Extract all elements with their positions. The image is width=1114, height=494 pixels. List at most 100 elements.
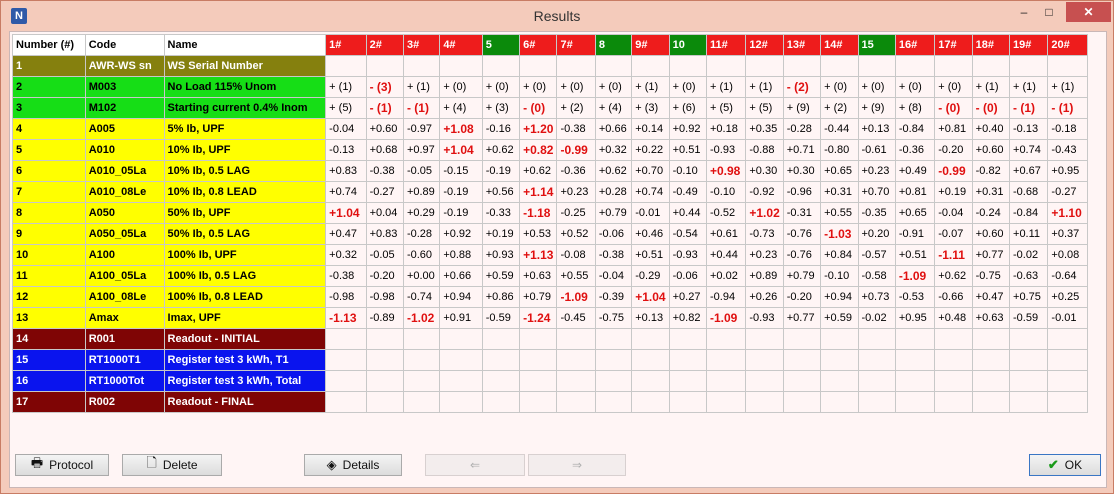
- row-name[interactable]: 5% Ib, UPF: [163, 118, 327, 140]
- result-cell[interactable]: +0.75: [1009, 286, 1049, 308]
- row-code[interactable]: R001: [84, 328, 165, 350]
- table-row[interactable]: 13 Amax Imax, UPF -1.13 -0.89 -1.02 +0.91 -0.59…: [12, 307, 1088, 329]
- row-code[interactable]: RT1000T1: [84, 349, 165, 371]
- table-row[interactable]: 7 A010_08Le 10% Ib, 0.8 LEAD +0.74 -0.27 +0.8…: [12, 181, 1088, 203]
- result-cell[interactable]: [402, 391, 441, 413]
- result-cell[interactable]: +0.23: [556, 181, 596, 203]
- result-cell[interactable]: +0.20: [857, 223, 896, 245]
- header-result-12[interactable]: 12#: [745, 34, 784, 56]
- result-cell[interactable]: [782, 391, 822, 413]
- result-cell[interactable]: [439, 328, 483, 350]
- result-cell[interactable]: [594, 370, 633, 392]
- row-code[interactable]: A100_05La: [84, 265, 165, 287]
- result-cell[interactable]: -1.09: [894, 265, 936, 287]
- row-name[interactable]: Imax, UPF: [163, 307, 327, 329]
- header-result-2[interactable]: 2#: [365, 34, 404, 56]
- result-cell[interactable]: [325, 328, 367, 350]
- result-cell[interactable]: [782, 328, 822, 350]
- header-result-20[interactable]: 20#: [1047, 34, 1088, 56]
- result-cell[interactable]: [519, 55, 558, 77]
- header-result-14[interactable]: 14#: [820, 34, 859, 56]
- row-num[interactable]: 8: [12, 202, 86, 224]
- result-cell[interactable]: +0.55: [820, 202, 859, 224]
- result-cell[interactable]: -0.04: [934, 202, 973, 224]
- table-row[interactable]: 3 M102 Starting current 0.4% Inom + (5) - (1…: [12, 97, 1088, 119]
- row-code[interactable]: Amax: [84, 307, 165, 329]
- result-cell[interactable]: +0.68: [365, 139, 404, 161]
- result-cell[interactable]: -0.63: [1009, 265, 1049, 287]
- header-number[interactable]: Number (#): [12, 34, 86, 56]
- result-cell[interactable]: -0.45: [556, 307, 596, 329]
- result-cell[interactable]: -0.98: [325, 286, 367, 308]
- row-num[interactable]: 4: [12, 118, 86, 140]
- row-code[interactable]: A010: [84, 139, 165, 161]
- result-cell[interactable]: +0.44: [705, 244, 747, 266]
- result-cell[interactable]: [857, 391, 896, 413]
- header-result-3[interactable]: 3#: [402, 34, 441, 56]
- header-result-4[interactable]: 4#: [439, 34, 483, 56]
- result-cell[interactable]: + (3): [481, 97, 521, 119]
- result-cell[interactable]: [705, 391, 747, 413]
- result-cell[interactable]: +0.04: [365, 202, 404, 224]
- result-cell[interactable]: -0.02: [1009, 244, 1049, 266]
- table-row[interactable]: 5 A010 10% Ib, UPF -0.13 +0.68 +0.97 +1.04 +0.6…: [12, 139, 1088, 161]
- result-cell[interactable]: +0.35: [745, 118, 784, 140]
- result-cell[interactable]: [402, 55, 441, 77]
- row-num[interactable]: 15: [12, 349, 86, 371]
- result-cell[interactable]: -0.88: [745, 139, 784, 161]
- header-result-6[interactable]: 6#: [519, 34, 558, 56]
- row-num[interactable]: 14: [12, 328, 86, 350]
- result-cell[interactable]: [857, 328, 896, 350]
- result-cell[interactable]: + (1): [705, 76, 747, 98]
- result-cell[interactable]: -0.92: [745, 181, 784, 203]
- result-cell[interactable]: [820, 370, 859, 392]
- result-cell[interactable]: +0.51: [631, 244, 670, 266]
- result-cell[interactable]: -0.59: [481, 307, 521, 329]
- result-cell[interactable]: + (1): [631, 76, 670, 98]
- result-cell[interactable]: +0.23: [745, 244, 784, 266]
- protocol-button[interactable]: 🖶 Protocol: [15, 454, 109, 476]
- result-cell[interactable]: [594, 349, 633, 371]
- result-cell[interactable]: +0.25: [1047, 286, 1088, 308]
- result-cell[interactable]: [934, 55, 973, 77]
- result-cell[interactable]: [556, 349, 596, 371]
- maximize-button[interactable]: □: [1037, 2, 1061, 22]
- result-cell[interactable]: +0.52: [556, 223, 596, 245]
- result-cell[interactable]: +0.79: [519, 286, 558, 308]
- header-result-9[interactable]: 9#: [631, 34, 670, 56]
- row-num[interactable]: 2: [12, 76, 86, 98]
- result-cell[interactable]: + (3): [631, 97, 670, 119]
- table-row[interactable]: 8 A050 50% Ib, UPF +1.04 +0.04 +0.29 -0.19 -0.3…: [12, 202, 1088, 224]
- result-cell[interactable]: +0.51: [894, 244, 936, 266]
- result-cell[interactable]: +0.83: [365, 223, 404, 245]
- result-cell[interactable]: [402, 370, 441, 392]
- header-result-11[interactable]: 11#: [705, 34, 747, 56]
- result-cell[interactable]: [325, 55, 367, 77]
- table-row[interactable]: 14 R001 Readout - INITIAL: [12, 328, 1088, 350]
- header-result-10[interactable]: 10: [668, 34, 707, 56]
- result-cell[interactable]: +0.28: [594, 181, 633, 203]
- result-cell[interactable]: - (2): [782, 76, 822, 98]
- result-cell[interactable]: + (0): [857, 76, 896, 98]
- result-cell[interactable]: -0.57: [857, 244, 896, 266]
- row-name[interactable]: 100% Ib, UPF: [163, 244, 327, 266]
- result-cell[interactable]: -0.10: [705, 181, 747, 203]
- row-name[interactable]: WS Serial Number: [163, 55, 327, 77]
- result-cell[interactable]: + (0): [519, 76, 558, 98]
- result-cell[interactable]: -0.36: [894, 139, 936, 161]
- result-cell[interactable]: +0.44: [668, 202, 707, 224]
- result-cell[interactable]: -0.20: [934, 139, 973, 161]
- result-cell[interactable]: -0.20: [365, 265, 404, 287]
- result-cell[interactable]: -0.25: [556, 202, 596, 224]
- result-cell[interactable]: [894, 349, 936, 371]
- result-cell[interactable]: +0.13: [631, 307, 670, 329]
- row-code[interactable]: AWR-WS sn: [84, 55, 165, 77]
- result-cell[interactable]: -0.38: [365, 160, 404, 182]
- result-cell[interactable]: -0.74: [402, 286, 441, 308]
- result-cell[interactable]: +0.95: [894, 307, 936, 329]
- result-cell[interactable]: -0.98: [365, 286, 404, 308]
- result-cell[interactable]: [631, 328, 670, 350]
- result-cell[interactable]: -0.66: [934, 286, 973, 308]
- row-name[interactable]: Register test 3 kWh, T1: [163, 349, 327, 371]
- result-cell[interactable]: -0.64: [1047, 265, 1088, 287]
